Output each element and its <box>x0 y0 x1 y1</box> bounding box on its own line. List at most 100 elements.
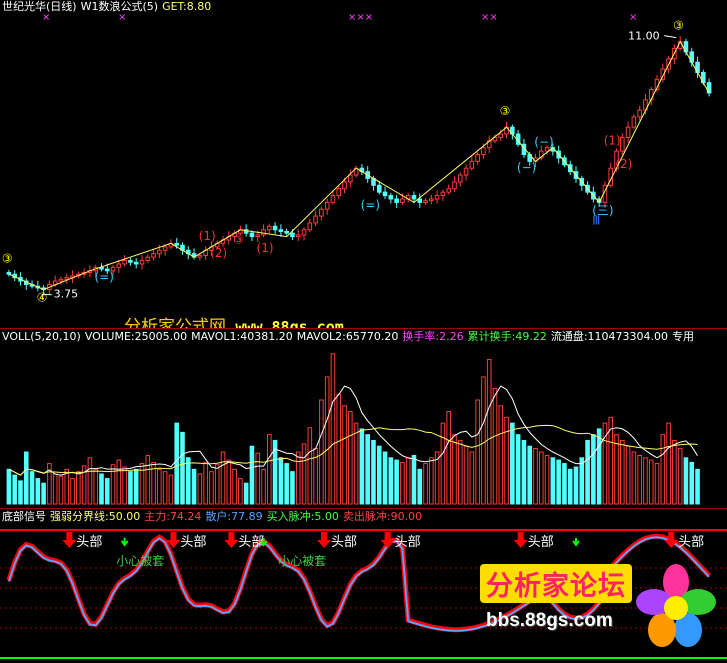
volume-bar <box>23 451 29 505</box>
volume-bar <box>527 445 533 505</box>
candle-body <box>452 181 457 190</box>
volume-bar <box>307 427 313 505</box>
candle-body <box>255 234 261 238</box>
volume-bar <box>290 471 295 505</box>
head-label: 头部 <box>76 535 102 550</box>
volume-bar <box>93 468 98 505</box>
volume-bar <box>185 457 191 505</box>
head-arrow-icon <box>316 532 331 548</box>
candle-body <box>440 191 446 197</box>
candle-body <box>145 256 151 262</box>
volume-bar <box>348 411 353 505</box>
head-arrow-icon <box>513 532 528 548</box>
volume-bar <box>58 475 64 505</box>
volume-bar <box>133 468 139 505</box>
head-arrow-icon <box>224 532 239 548</box>
volume-bar <box>6 468 12 505</box>
candle-body <box>469 160 475 169</box>
volume-bar <box>486 359 492 505</box>
candle-body <box>463 167 469 176</box>
volume-bar <box>498 405 504 505</box>
volume-bar <box>330 353 336 505</box>
volume-bar <box>481 376 486 505</box>
candle-body <box>423 200 428 203</box>
volume-bar <box>573 466 579 505</box>
volume-bar <box>394 459 399 505</box>
low-price-label: 3.75 <box>54 288 79 301</box>
forum-url: bbs.88gs.com <box>486 610 613 631</box>
candle-body <box>330 195 336 203</box>
candle-body <box>475 154 480 162</box>
wave-label: (=) <box>94 270 113 284</box>
volume-bar <box>614 434 619 505</box>
volume-bar <box>469 451 475 505</box>
candle-body <box>457 174 463 183</box>
head-label: 头部 <box>528 535 554 550</box>
volume-bar <box>643 457 648 505</box>
candle-body <box>394 198 399 203</box>
wave-label: ③ <box>2 251 13 265</box>
volume-bar <box>689 461 695 505</box>
candle-body <box>64 277 70 280</box>
wave-label: Ⅲ <box>592 214 600 228</box>
volume-bar <box>324 376 330 505</box>
volume-bar <box>243 482 249 505</box>
volume-bar <box>376 445 382 505</box>
volume-bar <box>492 387 498 505</box>
top-x-mark: × <box>118 12 126 23</box>
volume-bar <box>660 434 666 505</box>
volume-bar <box>544 454 550 505</box>
volume-bar <box>214 464 220 505</box>
volume-bar <box>278 457 284 505</box>
head-label: 头部 <box>678 535 704 550</box>
volume-bar <box>168 474 174 505</box>
volume-bar <box>423 463 428 505</box>
candle-body <box>139 260 145 265</box>
volume-bar <box>452 434 457 505</box>
volume-bar <box>191 468 197 505</box>
forum-watermark: 分析家论坛 bbs.88gs.com <box>476 560 720 660</box>
volume-bar <box>533 448 538 505</box>
head-label: 头部 <box>395 535 421 550</box>
volume-bar <box>567 468 573 505</box>
volume-bar <box>64 468 70 505</box>
volume-bar <box>104 478 110 505</box>
volume-bar <box>76 471 81 505</box>
volume-bar <box>203 461 208 505</box>
volume-bar <box>637 454 642 505</box>
candle-body <box>278 229 284 232</box>
candle-body <box>446 188 451 193</box>
volume-bar <box>122 466 127 505</box>
candle-body <box>307 222 313 231</box>
candle-body <box>6 272 12 275</box>
volume-bar <box>411 454 417 505</box>
volume-bar <box>116 459 122 505</box>
volume-bar <box>174 422 180 505</box>
volume-bar <box>475 399 480 505</box>
wave-label: (−) <box>534 135 553 149</box>
volume-bar <box>226 459 232 505</box>
volume-bar <box>209 471 214 505</box>
candle-body <box>498 133 504 138</box>
candle-body <box>267 225 272 231</box>
volume-bar <box>429 457 434 505</box>
candle-body <box>348 174 353 183</box>
candle-body <box>151 253 156 258</box>
candle-body <box>261 229 266 236</box>
wave-line <box>8 40 710 291</box>
volume-bar <box>388 457 394 505</box>
volume-bar <box>683 457 689 505</box>
candle-body <box>197 254 203 258</box>
volume-bar <box>504 416 509 505</box>
candle-body <box>319 208 324 217</box>
top-x-mark: ×× <box>481 12 498 23</box>
volume-chart[interactable] <box>0 328 727 508</box>
volume-bar <box>41 482 46 505</box>
price-chart[interactable]: × × ××× ×× ×③④(=)(1)(2)③(1)(=)③(−)(−)(三)(1)(… <box>0 0 727 328</box>
volume-bar <box>128 471 133 505</box>
volume-bar <box>255 452 261 505</box>
candle-body <box>631 116 637 128</box>
volume-bar <box>359 428 365 505</box>
volume-bar <box>695 468 700 505</box>
wave-label: (=) <box>361 198 380 212</box>
